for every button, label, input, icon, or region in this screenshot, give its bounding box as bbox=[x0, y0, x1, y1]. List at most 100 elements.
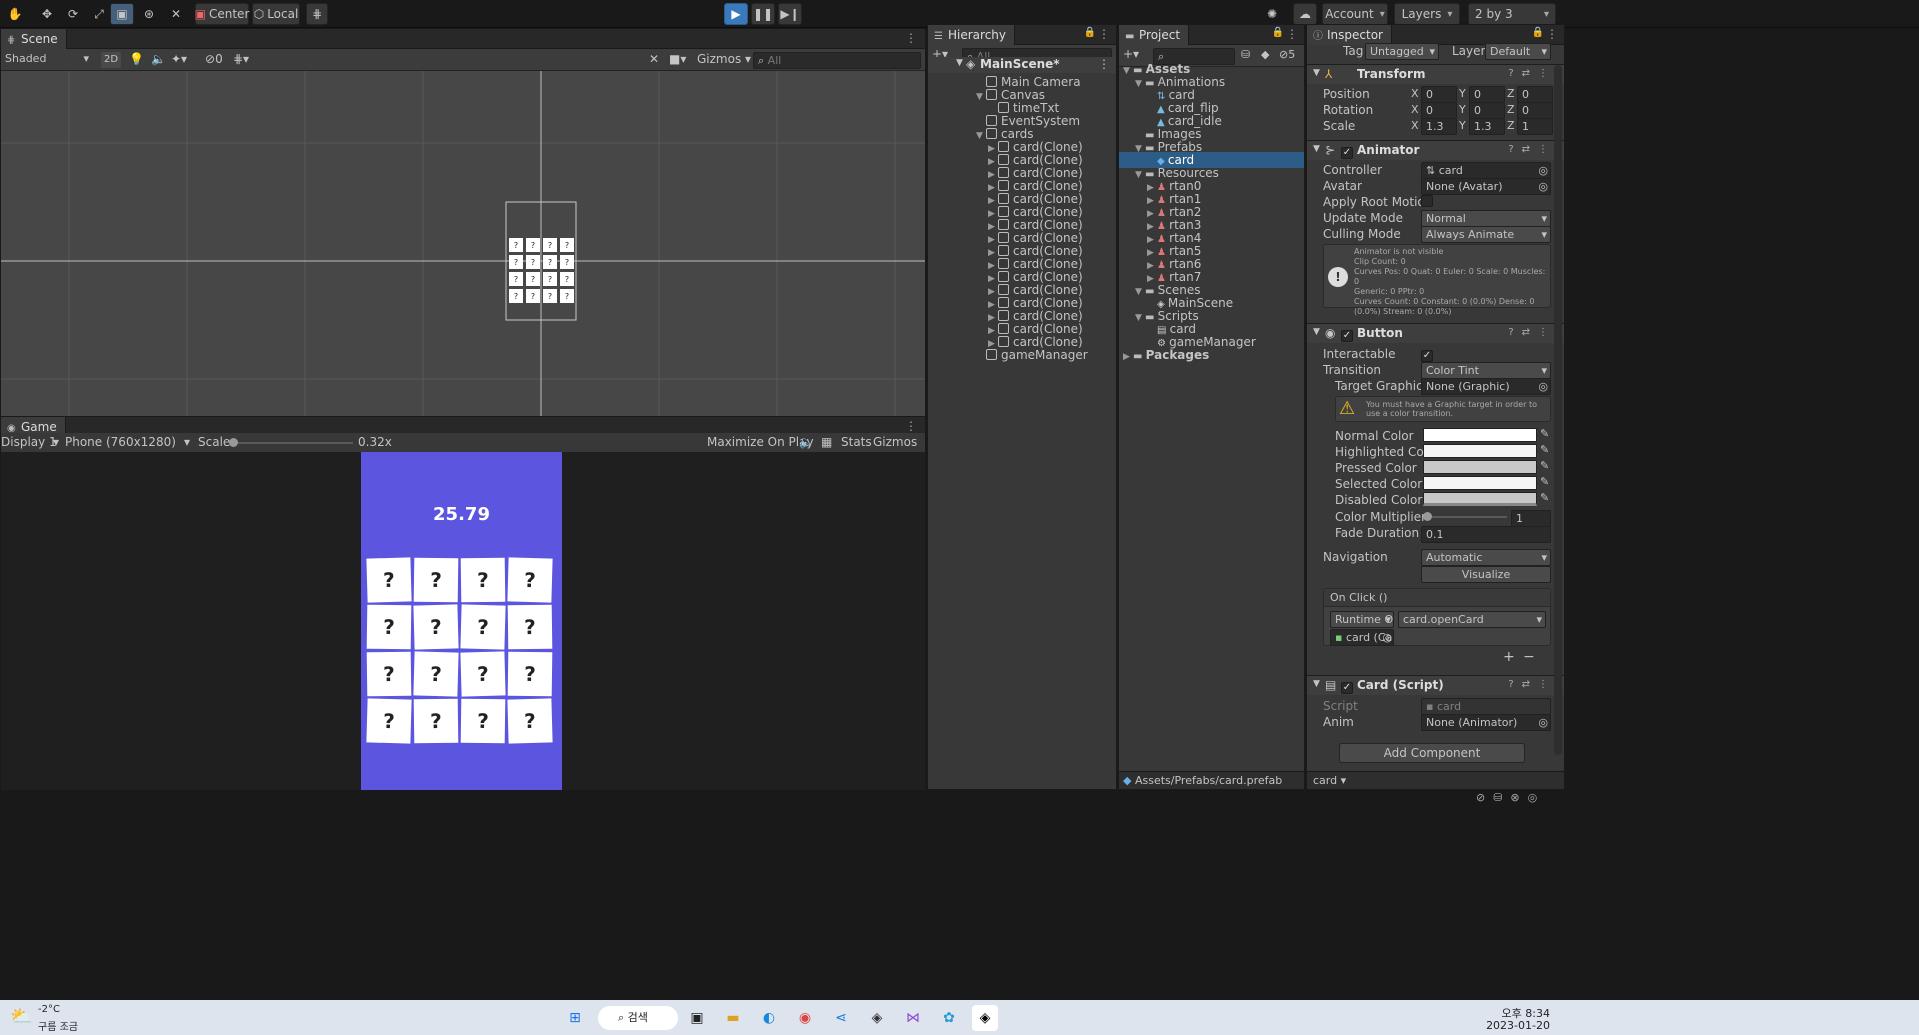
scale-slider-handle[interactable] bbox=[229, 438, 238, 447]
position-x-input[interactable]: 0 bbox=[1421, 86, 1457, 103]
move-tool-icon[interactable]: ✥ bbox=[36, 3, 58, 25]
scene-card[interactable]: ? bbox=[526, 272, 540, 286]
inspector-scrollbar[interactable] bbox=[1554, 65, 1562, 755]
project-add-icon[interactable]: +▾ bbox=[1123, 47, 1139, 61]
game-card[interactable]: ? bbox=[460, 651, 506, 697]
expand-arrow-icon[interactable]: ▼ bbox=[976, 89, 986, 105]
card-script-enabled-checkbox[interactable]: ✓ bbox=[1341, 679, 1353, 694]
tab-hierarchy[interactable]: ☰ Hierarchy bbox=[928, 25, 1016, 45]
inspector-preview-bar[interactable]: card ▾ bbox=[1307, 771, 1564, 789]
rotation-z-input[interactable]: 0 bbox=[1517, 102, 1553, 119]
file-explorer-icon[interactable]: ▬ bbox=[720, 1005, 746, 1031]
inspector-lock-icon[interactable]: 🔒 bbox=[1532, 27, 1544, 38]
scale-z-input[interactable]: 1 bbox=[1517, 118, 1553, 135]
custom-tool-icon[interactable]: ✕ bbox=[165, 3, 187, 25]
taskbar-search-button[interactable]: ⌕ 검색 bbox=[598, 1006, 678, 1030]
pivot-center-button[interactable]: ▣ Center bbox=[195, 3, 249, 25]
disabled-eyedropper-icon[interactable]: ✎ bbox=[1540, 491, 1549, 504]
tab-inspector[interactable]: ⓘ Inspector bbox=[1307, 25, 1392, 45]
status-icons[interactable]: ⊘⛁⊗◎ bbox=[1476, 791, 1545, 804]
scene-card[interactable]: ? bbox=[509, 238, 523, 252]
edge-browser-icon[interactable]: ◐ bbox=[756, 1005, 782, 1031]
selected-eyedropper-icon[interactable]: ✎ bbox=[1540, 475, 1549, 488]
avatar-field[interactable]: None (Avatar) ◎ bbox=[1421, 178, 1551, 195]
game-card[interactable]: ? bbox=[507, 604, 553, 650]
controller-field[interactable]: ⇅ card ◎ bbox=[1421, 162, 1551, 179]
update-mode-dropdown[interactable]: Normal ▾ bbox=[1421, 210, 1551, 227]
function-dropdown[interactable]: card.openCard ▾ bbox=[1398, 611, 1546, 628]
inspector-menu-icon[interactable]: ⋮ bbox=[1546, 27, 1558, 41]
pause-button[interactable]: ❚❚ bbox=[751, 3, 775, 25]
scale-slider-track[interactable] bbox=[233, 442, 353, 444]
cloud-icon[interactable]: ☁ bbox=[1293, 3, 1317, 25]
scene-card[interactable]: ? bbox=[509, 289, 523, 303]
transition-dropdown[interactable]: Color Tint ▾ bbox=[1421, 362, 1551, 379]
display-dropdown[interactable]: Display 1 ▾ bbox=[1, 435, 59, 449]
multiplier-slider-handle[interactable] bbox=[1423, 512, 1432, 521]
scene-viewport[interactable]: ???????????????? bbox=[1, 71, 925, 416]
transform-fold-icon[interactable]: ▼ bbox=[1313, 68, 1320, 78]
button-fold-icon[interactable]: ▼ bbox=[1313, 327, 1320, 337]
step-button[interactable]: ▶❙ bbox=[778, 3, 802, 25]
effects-icon[interactable]: ✦▾ bbox=[171, 52, 187, 66]
stats-button[interactable]: Stats bbox=[841, 435, 872, 449]
scene-card[interactable]: ? bbox=[509, 272, 523, 286]
gizmos-dropdown[interactable]: Gizmos ▾ bbox=[697, 52, 751, 66]
scene-menu-icon[interactable]: ⋮ bbox=[905, 31, 917, 45]
layers-dropdown[interactable]: Layers bbox=[1394, 3, 1460, 25]
scale-tool-icon[interactable]: ⤢ bbox=[88, 3, 110, 25]
hierarchy-item[interactable]: gameManager bbox=[976, 347, 1088, 363]
scene-expand-icon[interactable]: ▼ bbox=[956, 58, 963, 68]
game-card[interactable]: ? bbox=[413, 698, 459, 744]
avatar-picker-icon[interactable]: ◎ bbox=[1538, 179, 1548, 194]
account-dropdown[interactable]: Account bbox=[1322, 3, 1388, 25]
grid-toggle-icon[interactable]: ⋕▾ bbox=[233, 52, 249, 66]
tab-project[interactable]: ▬ Project bbox=[1119, 25, 1190, 45]
project-item[interactable]: ▶ ▬ Packages bbox=[1119, 347, 1304, 363]
button-header[interactable]: ▼ ◉ ✓ Button ?⇄⋮ bbox=[1307, 323, 1564, 343]
scene-card[interactable]: ? bbox=[560, 255, 574, 269]
visual-studio-icon[interactable]: ⋈ bbox=[900, 1005, 926, 1031]
card-script-header[interactable]: ▼ ▤ ✓ Card (Script) ?⇄⋮ bbox=[1307, 675, 1564, 695]
culling-dropdown[interactable]: Always Animate ▾ bbox=[1421, 226, 1551, 243]
transform-header[interactable]: ▼ ⅄ Transform ?⇄⋮ bbox=[1307, 64, 1564, 84]
pressed-eyedropper-icon[interactable]: ✎ bbox=[1540, 459, 1549, 472]
add-component-button[interactable]: Add Component bbox=[1339, 743, 1525, 763]
scene-search-input[interactable]: ⌕ All bbox=[753, 52, 921, 69]
component-actions-icon[interactable]: ?⇄⋮ bbox=[1508, 68, 1556, 79]
highlighted-color-swatch[interactable] bbox=[1423, 444, 1537, 458]
target-graphic-field[interactable]: None (Graphic) ◎ bbox=[1421, 378, 1551, 395]
unity-hub-icon[interactable]: ◈ bbox=[864, 1005, 890, 1031]
multiplier-slider-track[interactable] bbox=[1425, 516, 1507, 518]
navigation-dropdown[interactable]: Automatic ▾ bbox=[1421, 549, 1551, 566]
play-button[interactable]: ▶ bbox=[724, 3, 748, 25]
project-lock-icon[interactable]: 🔒 bbox=[1272, 27, 1284, 38]
normal-color-swatch[interactable] bbox=[1423, 428, 1537, 442]
expand-arrow-icon[interactable]: ▼ bbox=[976, 128, 986, 144]
game-screen[interactable]: 25.79 ???????????????? bbox=[361, 452, 562, 790]
scene-card[interactable]: ? bbox=[560, 238, 574, 252]
game-card[interactable]: ? bbox=[413, 557, 459, 603]
chrome-browser-icon[interactable]: ◉ bbox=[792, 1005, 818, 1031]
game-card[interactable]: ? bbox=[366, 698, 412, 744]
rotate-tool-icon[interactable]: ⟳ bbox=[62, 3, 84, 25]
stats-grid-icon[interactable]: ▦ bbox=[821, 435, 832, 449]
mute-audio-icon[interactable]: 🔈 bbox=[799, 435, 814, 449]
shading-dropdown[interactable]: Shaded ▾ bbox=[1, 51, 93, 68]
task-view-icon[interactable]: ▣ bbox=[684, 1005, 710, 1031]
scene-card[interactable]: ? bbox=[526, 238, 540, 252]
rotation-x-input[interactable]: 0 bbox=[1421, 102, 1457, 119]
vscode-icon[interactable]: ⋖ bbox=[828, 1005, 854, 1031]
game-card[interactable]: ? bbox=[413, 651, 459, 697]
button-enabled-checkbox[interactable]: ✓ bbox=[1341, 327, 1353, 342]
target-object-field[interactable]: ▪ card (Ca ◎ bbox=[1330, 629, 1394, 646]
game-card[interactable]: ? bbox=[366, 651, 412, 697]
unity-editor-icon[interactable]: ◈ bbox=[972, 1005, 998, 1031]
rotation-y-input[interactable]: 0 bbox=[1469, 102, 1505, 119]
transform-tool-icon[interactable]: ⊛ bbox=[138, 3, 160, 25]
game-card[interactable]: ? bbox=[460, 604, 506, 650]
pivot-local-button[interactable]: ⬡ Local bbox=[252, 3, 300, 25]
rect-tool-icon[interactable]: ▣ bbox=[110, 3, 134, 25]
visualize-button[interactable]: Visualize bbox=[1421, 566, 1551, 583]
hidden-objects-icon[interactable]: ⊘0 bbox=[205, 52, 223, 66]
